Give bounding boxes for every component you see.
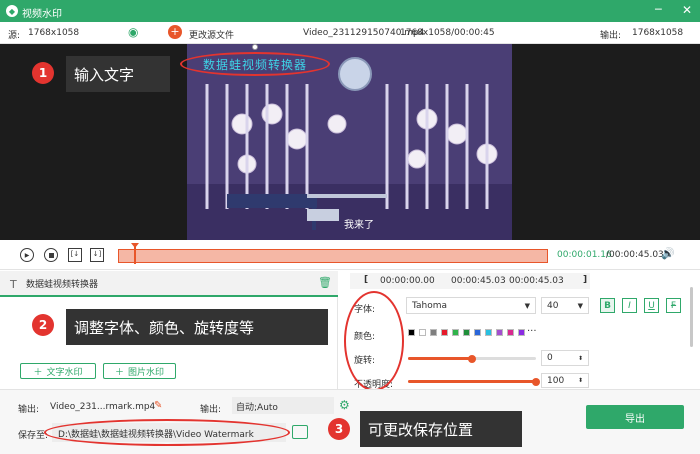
color-swatch[interactable] (474, 329, 481, 336)
italic-button[interactable]: I (622, 298, 637, 313)
bracket-start-icon[interactable]: [ (364, 275, 368, 285)
opacity-slider-knob[interactable] (532, 378, 540, 386)
change-source-button[interactable]: 更改源文件 (189, 28, 234, 41)
scrollbar[interactable] (690, 287, 693, 347)
color-palette (408, 329, 525, 336)
video-subtitle: 我来了 (344, 220, 374, 231)
color-swatch[interactable] (507, 329, 514, 336)
chevron-down-icon: ▼ (524, 301, 530, 310)
font-size-value: 40 (547, 300, 559, 311)
source-resolution: 1768x1058 (28, 28, 80, 38)
bold-button[interactable]: B (600, 298, 615, 313)
opacity-slider-fill (408, 380, 536, 383)
add-text-watermark-label: 文字水印 (46, 367, 83, 378)
add-image-watermark-button[interactable]: ＋ 图片水印 (103, 363, 176, 379)
output-resolution: 1768x1058 (632, 28, 684, 38)
stop-icon[interactable] (44, 248, 58, 262)
underline-button[interactable]: U (644, 298, 659, 313)
output-label: 输出: (600, 31, 622, 41)
window-title: 视频水印 (22, 9, 62, 20)
eye-icon[interactable]: ◉ (128, 25, 138, 39)
watermark-layer-label: 数据蛙视频转换器 (26, 280, 99, 290)
app-logo-icon: ◆ (6, 5, 18, 17)
watermark-handle-icon[interactable] (252, 44, 258, 50)
prev-frame-icon[interactable]: [↓ (68, 248, 82, 262)
rotate-slider-knob[interactable] (468, 355, 476, 363)
opacity-input[interactable]: 100 ⬍ (541, 373, 589, 388)
color-swatch[interactable] (496, 329, 503, 336)
color-swatch[interactable] (408, 329, 415, 336)
color-swatch[interactable] (430, 329, 437, 336)
opacity-value: 100 (547, 375, 565, 386)
volume-icon[interactable]: 🔊 (661, 247, 675, 260)
annotation-badge-3: 3 (328, 418, 350, 440)
font-size-select[interactable]: 40 ▼ (541, 297, 589, 314)
output-format-select[interactable]: 自动;Auto (232, 397, 334, 414)
annotation-box-3: 可更改保存位置 (360, 411, 522, 447)
watermark-text: 数据蛙视频转换器 (202, 57, 307, 72)
add-image-watermark-label: 图片水印 (128, 367, 165, 378)
gear-icon[interactable]: ⚙ (339, 398, 350, 412)
chevron-down-icon: ▼ (577, 301, 583, 310)
file-meta: 1768x1058/00:00:45 (400, 28, 495, 38)
color-swatch[interactable] (463, 329, 470, 336)
end-time-field[interactable]: 00:00:45.03 (451, 276, 506, 286)
title-bar: ◆ 视频水印 ─ ✕ (0, 0, 700, 22)
font-select[interactable]: Tahoma ▼ (406, 297, 536, 314)
export-button[interactable]: 导出 (586, 405, 684, 429)
plus-icon: ＋ (33, 367, 43, 378)
text-type-icon: T (10, 278, 17, 291)
annotation-badge-1: 1 (32, 62, 54, 84)
annotation-box-1: 输入文字 (66, 56, 170, 92)
minimize-icon[interactable]: ─ (655, 3, 662, 16)
color-swatch[interactable] (452, 329, 459, 336)
rotate-input[interactable]: 0 ⬍ (541, 350, 589, 366)
watermark-overlay[interactable]: 数据蛙视频转换器 (180, 52, 330, 76)
watermark-layer-item[interactable]: T 数据蛙视频转换器 🗑 (0, 271, 338, 297)
settings-highlight-ellipse (344, 291, 404, 391)
playhead-marker-icon (131, 243, 140, 248)
play-icon[interactable]: ▶ (20, 248, 34, 262)
annotation-badge-2: 2 (32, 314, 54, 336)
delete-icon[interactable]: 🗑 (318, 276, 332, 289)
current-time: 00:00:01.16 (557, 250, 612, 260)
add-icon[interactable]: + (168, 25, 182, 39)
info-bar: 源: 1768x1058 ◉ + 更改源文件 Video_23112915074… (0, 22, 700, 44)
folder-icon[interactable] (292, 425, 308, 439)
edit-icon[interactable]: ✎ (154, 400, 162, 411)
more-colors-icon[interactable]: ··· (527, 326, 537, 337)
color-swatch[interactable] (518, 329, 525, 336)
close-icon[interactable]: ✕ (682, 3, 692, 17)
color-swatch[interactable] (441, 329, 448, 336)
duration-field[interactable]: 00:00:45.03 (509, 276, 564, 286)
rotate-value: 0 (547, 353, 553, 363)
timeline-track[interactable] (118, 249, 548, 263)
plus-icon: ＋ (114, 367, 124, 378)
stepper-icon: ⬍ (577, 354, 583, 362)
output-file-label: 输出: (18, 405, 40, 415)
font-value: Tahoma (412, 300, 448, 311)
bracket-end-icon[interactable]: ] (583, 275, 587, 285)
rotate-slider-fill (408, 357, 472, 360)
annotation-box-2: 调整字体、颜色、旋转度等 (66, 309, 328, 345)
start-time-field[interactable]: 00:00:00.00 (380, 276, 435, 286)
playback-bar: ▶ [↓ ↓] 00:00:01.16 /00:00:45.03 🔊 (0, 240, 700, 270)
total-time: /00:00:45.03 (606, 250, 664, 260)
add-text-watermark-button[interactable]: ＋文字水印 (20, 363, 96, 379)
color-swatch[interactable] (419, 329, 426, 336)
color-swatch[interactable] (485, 329, 492, 336)
output-format-label: 输出: (200, 405, 222, 415)
strikethrough-button[interactable]: F (666, 298, 681, 313)
stepper-icon: ⬍ (577, 377, 583, 384)
source-label: 源: (8, 31, 21, 41)
save-path-highlight-ellipse (44, 419, 290, 446)
output-file-name: Video_231...rmark.mp4 (50, 402, 156, 412)
output-bar: 输出: Video_231...rmark.mp4 ✎ 输出: 自动;Auto … (0, 389, 700, 454)
output-format-value: 自动;Auto (236, 403, 278, 413)
save-to-label: 保存至: (18, 431, 49, 441)
next-frame-icon[interactable]: ↓] (90, 248, 104, 262)
properties-panel: [ 00:00:00.00 00:00:45.03 00:00:45.03 ] … (338, 271, 700, 391)
